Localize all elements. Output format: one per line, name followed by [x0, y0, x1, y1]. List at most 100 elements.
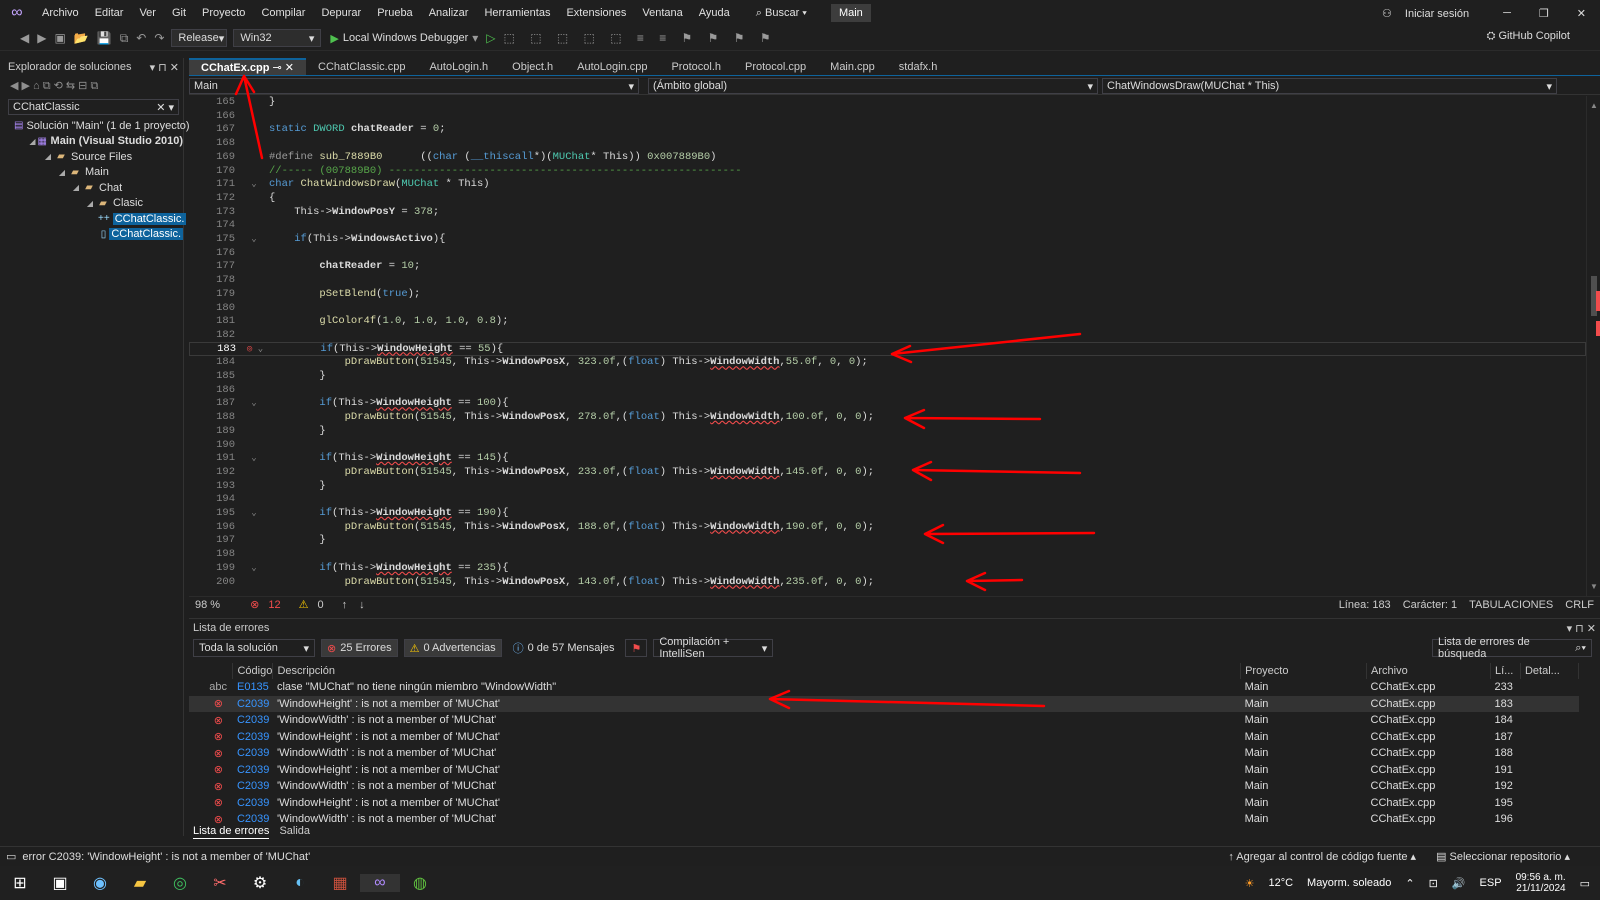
line-number[interactable]: 197 — [189, 534, 239, 546]
save-all-icon[interactable]: ⧉ — [116, 31, 133, 46]
snipping-tool-icon[interactable]: ✂ — [200, 873, 240, 893]
tab-object-h[interactable]: Object.h — [500, 58, 565, 75]
warning-count-icon[interactable]: ⚠ 0 — [299, 598, 330, 611]
member-dropdown[interactable]: ChatWindowsDraw(MUChat * This) ▾ — [1102, 78, 1557, 94]
error-search-input[interactable]: Lista de errores de búsqueda ⌕▾ — [1432, 636, 1592, 660]
panel-controls[interactable]: ▾ ⊓ ✕ — [1567, 622, 1596, 635]
signin-button[interactable]: ⚇ Iniciar sesión — [1372, 7, 1489, 20]
configuration-dropdown[interactable]: Release ▾ — [171, 29, 228, 47]
code-line[interactable]: 165} — [189, 96, 1586, 109]
error-row[interactable]: ⊗ C2039 'WindowWidth' : is not a member of… — [189, 811, 1579, 828]
build-filter-dropdown[interactable]: Compilación + IntelliSen ▾ — [653, 636, 774, 660]
filter-icon[interactable]: ⚑ — [625, 639, 648, 657]
code-line[interactable]: 183 ◎ ⌄ if(This->WindowHeight == 55){ — [189, 341, 1586, 356]
code-line[interactable]: 171 ⌄ char ChatWindowsDraw(MUChat * This) — [189, 177, 1586, 191]
tab-stdafx-h[interactable]: stdafx.h — [887, 58, 950, 75]
code-line[interactable]: 174 — [189, 218, 1586, 232]
code-line[interactable]: 197 } — [189, 533, 1586, 547]
tab-cchatex-cpp[interactable]: CChatEx.cpp ⊸ ✕ — [189, 58, 307, 75]
tab-main-cpp[interactable]: Main.cpp — [818, 58, 887, 75]
line-number[interactable]: 188 — [189, 411, 239, 423]
fold-toggle-icon[interactable]: ⌄ — [239, 563, 269, 573]
task-view-icon[interactable]: ▣ — [40, 873, 80, 893]
solution-explorer-toolbar[interactable]: ◀ ▶ ⌂ ⧉ ⟲ ⇆ ⊟ ⧉ — [4, 76, 183, 96]
code-editor[interactable]: 165} 166 167 static DWORD chatReader = 0; 16… — [189, 96, 1586, 596]
line-number[interactable]: 181 — [189, 315, 239, 327]
code-line[interactable]: 185 } — [189, 369, 1586, 383]
open-icon[interactable]: 📂 — [70, 31, 93, 45]
warnings-filter-button[interactable]: ⚠ 0 Advertencias — [403, 639, 502, 657]
code-line[interactable]: 199 ⌄ if(This->WindowHeight == 235){ — [189, 561, 1586, 575]
code-line[interactable]: 195 ⌄ if(This->WindowHeight == 190){ — [189, 506, 1586, 520]
code-line[interactable]: 179 pSetBlend(true); — [189, 287, 1586, 301]
code-line[interactable]: 194 — [189, 492, 1586, 506]
line-number[interactable]: 179 — [189, 288, 239, 300]
messages-filter-button[interactable]: ⓘ 0 de 57 Mensajes — [508, 639, 620, 657]
line-number[interactable]: 177 — [189, 260, 239, 272]
close-window-button[interactable]: ✕ — [1563, 7, 1600, 20]
debugger-dropdown-icon[interactable]: ▾ — [468, 31, 482, 45]
code-line[interactable]: 173 This->WindowPosY = 378; — [189, 205, 1586, 219]
code-line[interactable]: 169 #define sub_7889B0 ((char (__thiscall… — [189, 150, 1586, 164]
line-number[interactable]: 166 — [189, 110, 239, 122]
code-column-header[interactable]: Código — [232, 663, 274, 679]
error-row[interactable]: abc E0135 clase "MUChat" no tiene ningún m… — [189, 679, 1579, 696]
toolbar-misc-icons[interactable]: ⬚ ⬚ ⬚ ⬚ ⬚ ≡ ≡ ⚑ ⚑ ⚑ ⚑ — [500, 31, 781, 45]
tree-item[interactable]: ◢ ▰ Chat — [4, 180, 183, 196]
line-number[interactable]: 190 — [189, 439, 239, 451]
code-line[interactable]: 178 — [189, 273, 1586, 287]
code-line[interactable]: 166 — [189, 109, 1586, 123]
undo-icon[interactable]: ↶ — [132, 31, 150, 45]
panel-controls[interactable]: ▾ ⊓ ✕ — [150, 61, 179, 74]
fold-toggle-icon[interactable]: ⌄ — [239, 234, 269, 244]
tree-item[interactable]: ◢ ▰ Source Files — [4, 149, 183, 165]
line-number[interactable]: 186 — [189, 384, 239, 396]
line-number[interactable]: 183 — [190, 343, 240, 355]
menu-item-editar[interactable]: Editar — [87, 0, 132, 26]
code-line[interactable]: 198 — [189, 547, 1586, 561]
weather-icon[interactable]: ☀ — [1245, 877, 1255, 890]
line-column-header[interactable]: Lí... — [1490, 663, 1521, 679]
scope-filter-dropdown[interactable]: Toda la solución ▾ — [193, 639, 315, 657]
source-control-button[interactable]: ↑ Agregar al control de código fuente ▴ — [1228, 850, 1416, 863]
fold-toggle-icon[interactable]: ⌄ — [239, 179, 269, 189]
weather-desc[interactable]: Mayorm. soleado — [1307, 877, 1391, 889]
fold-toggle-icon[interactable]: ⌄ — [239, 398, 269, 408]
steam-icon[interactable]: ◐ — [280, 874, 320, 892]
menu-item-herramientas[interactable]: Herramientas — [476, 0, 558, 26]
app-green-icon[interactable]: ◍ — [400, 873, 440, 893]
code-line[interactable]: 189 } — [189, 424, 1586, 438]
line-number[interactable]: 187 — [189, 397, 239, 409]
line-number[interactable]: 194 — [189, 493, 239, 505]
solution-name-badge[interactable]: Main — [830, 4, 871, 22]
file-column-header[interactable]: Archivo — [1366, 663, 1491, 679]
start-without-debug-icon[interactable]: ▷ — [482, 31, 499, 45]
char-number[interactable]: Carácter: 1 — [1403, 599, 1457, 611]
error-row[interactable]: ⊗ C2039 'WindowWidth' : is not a member of… — [189, 745, 1579, 762]
line-number[interactable]: 175 — [189, 233, 239, 245]
line-number[interactable]: 196 — [189, 521, 239, 533]
code-line[interactable]: 170 //----- (007889B0) ------------------… — [189, 164, 1586, 178]
winrar-icon[interactable]: ▦ — [320, 873, 360, 893]
new-item-icon[interactable]: ▣ — [50, 31, 69, 45]
line-number[interactable]: 184 — [189, 356, 239, 368]
line-number[interactable]: 173 — [189, 206, 239, 218]
prev-issue-icon[interactable]: ↑ — [342, 599, 348, 611]
language-indicator[interactable]: ESP — [1480, 877, 1502, 889]
select-repo-button[interactable]: ▤ Seleccionar repositorio ▴ — [1436, 850, 1570, 863]
clear-search-icon[interactable]: ✕ ▾ — [156, 101, 174, 114]
code-line[interactable]: 190 — [189, 438, 1586, 452]
code-line[interactable]: 168 — [189, 136, 1586, 150]
error-row[interactable]: ⊗ C2039 'WindowWidth' : is not a member of… — [189, 778, 1579, 795]
restore-button[interactable]: ❐ — [1525, 7, 1563, 20]
error-row[interactable]: ⊗ C2039 'WindowWidth' : is not a member of… — [189, 712, 1579, 729]
windows-start-icon[interactable]: ⊞ — [0, 873, 40, 893]
search-button[interactable]: ⌕ Buscar ▾ — [748, 0, 815, 26]
tree-item[interactable]: ◢ ▦ Main (Visual Studio 2010) — [4, 134, 183, 150]
line-number[interactable]: 174 — [189, 219, 239, 231]
code-line[interactable]: 192 pDrawButton(51545, This->WindowPosX,… — [189, 465, 1586, 479]
line-number[interactable]: 176 — [189, 247, 239, 259]
line-number[interactable]: 199 — [189, 562, 239, 574]
tree-item[interactable]: ◢ ▰ Clasic — [4, 196, 183, 212]
code-line[interactable]: 182 — [189, 328, 1586, 342]
